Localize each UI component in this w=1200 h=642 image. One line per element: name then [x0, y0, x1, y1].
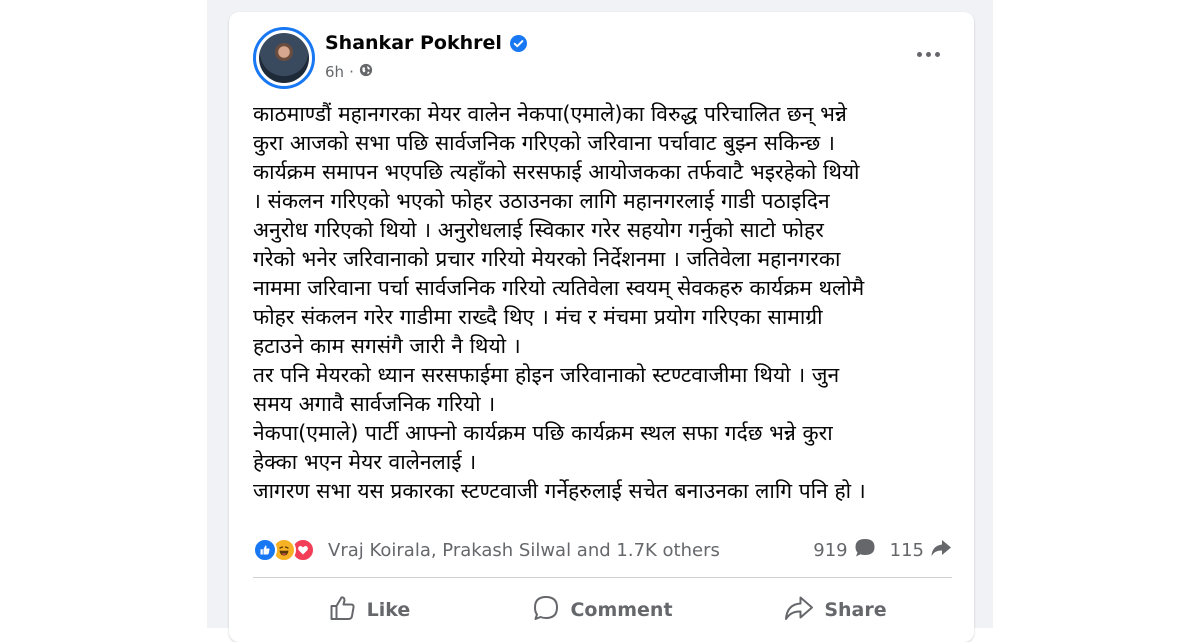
dot-icon [916, 51, 922, 57]
divider [253, 577, 952, 578]
meta-separator: · [349, 63, 354, 81]
post-text-line: समय अगावै सार्वजनिक गरियो । [253, 392, 496, 416]
comment-icon [532, 594, 560, 627]
post-text-line: नाममा जरिवाना पर्चा सार्वजनिक गरियो त्यत… [253, 276, 865, 300]
post-card: Shankar Pokhrel 6h · काठमाण्डौं महानगरका… [229, 12, 974, 642]
share-count-value: 115 [889, 539, 924, 561]
thumbs-up-icon [329, 595, 357, 626]
share-count[interactable]: 115 [890, 539, 952, 562]
comment-label: Comment [570, 599, 673, 621]
post-meta: 6h · [325, 63, 373, 81]
comment-count-value: 919 [813, 539, 848, 561]
reaction-icons[interactable] [253, 538, 315, 562]
post-text-line: अनुरोध गरिएको थियो । अनुरोधलाई स्विकार ग… [253, 218, 824, 242]
dot-icon [934, 51, 940, 57]
post-text-line: गरेको भनेर जरिवानाको प्रचार गरियो मेयरको… [253, 247, 841, 271]
globe-icon [359, 63, 373, 81]
author-name[interactable]: Shankar Pokhrel [325, 32, 502, 54]
like-icon [253, 538, 277, 562]
more-options-button[interactable] [908, 40, 948, 68]
post-text-line: । संकलन गरिएको भएको फोहर उठाउनका लागि मह… [253, 189, 830, 213]
post-text: काठमाण्डौं महानगरका मेयर वालेन नेकपा(एमा… [253, 100, 958, 506]
like-label: Like [366, 599, 411, 621]
comment-button[interactable]: Comment [486, 590, 719, 630]
post-text-line: हटाउने काम सगसंगै जारी नै थियो । [253, 334, 521, 358]
post-timestamp[interactable]: 6h [325, 63, 344, 81]
comment-bubble-icon [854, 538, 876, 563]
post-text-line: हेक्का भएन मेयर वालेनलाई । [253, 450, 477, 474]
post-text-line: नेकपा(एमाले) पार्टी आफ्नो कार्यक्रम पछि … [253, 421, 833, 445]
dot-icon [925, 51, 931, 57]
engagement-counts: 919 115 [813, 538, 952, 563]
share-icon [784, 595, 814, 626]
reactions-summary[interactable]: Vraj Koirala, Prakash Silwal and 1.7K ot… [328, 540, 720, 561]
post-actions: Like Comment Share [253, 590, 952, 630]
share-label: Share [824, 599, 887, 621]
post-text-line: तर पनि मेयरको ध्यान सरसफाईमा होइन जरिवान… [253, 363, 840, 387]
post-text-line: कुरा आजको सभा पछि सार्वजनिक गरिएको जरिवा… [253, 131, 835, 155]
share-arrow-icon [930, 539, 952, 562]
post-header: Shankar Pokhrel [325, 32, 527, 54]
comment-count[interactable]: 919 [813, 538, 875, 563]
post-text-line: जागरण सभा यस प्रकारका स्टण्टवाजी गर्नेहर… [253, 479, 866, 503]
like-button[interactable]: Like [253, 590, 486, 630]
post-text-line: फोहर संकलन गरेर गाडीमा राख्दै थिए । मंच … [253, 305, 823, 329]
post-text-line: कार्यक्रम समापन भएपछि त्यहाँको सरसफाई आय… [253, 160, 860, 184]
post-text-line: काठमाण्डौं महानगरका मेयर वालेन नेकपा(एमा… [253, 102, 847, 126]
verified-badge-icon [509, 34, 527, 52]
share-button[interactable]: Share [719, 590, 952, 630]
post-stats: Vraj Koirala, Prakash Silwal and 1.7K ot… [253, 537, 952, 563]
avatar[interactable] [253, 27, 315, 89]
avatar-image [259, 33, 309, 83]
